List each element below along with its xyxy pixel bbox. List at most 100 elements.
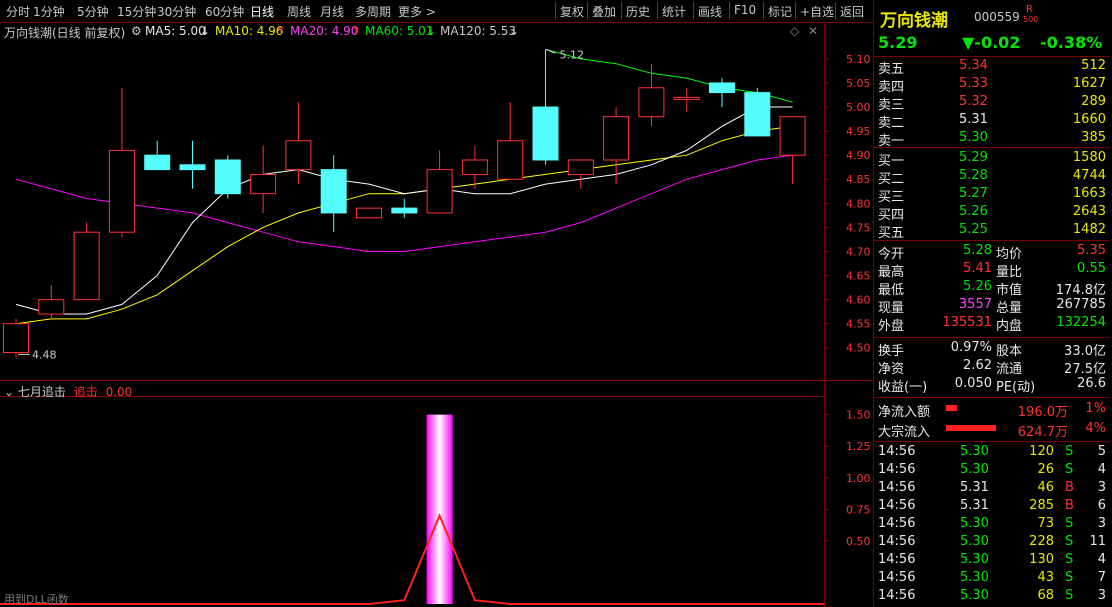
tick-row: 14:56 5.30 68 S 3 (874, 587, 1110, 605)
stat-value: 0.97% (950, 340, 992, 355)
indicator-header: ⌄ 七月追击 追击 0.00 (4, 383, 132, 400)
candle-body-up[interactable] (426, 169, 453, 214)
ask-row: 卖五 5.34 512 (874, 57, 1110, 77)
period-tab[interactable]: 更多 > (398, 3, 436, 20)
candle-body-up[interactable] (73, 231, 100, 301)
stat-value: 5.28 (963, 243, 992, 258)
tick-row: 14:56 5.31 46 B 3 (874, 479, 1110, 497)
tick-count: 6 (1097, 498, 1106, 513)
price-tick-label: 4.85 (846, 173, 871, 186)
flow-label: 大宗流入 (878, 425, 931, 440)
bid-volume: 1482 (1072, 222, 1106, 237)
period-tab[interactable]: 30分钟 (157, 3, 196, 20)
tick-volume: 26 (1037, 462, 1054, 477)
bid-row: 买二 5.28 4744 (874, 167, 1110, 187)
candle-body-up[interactable] (356, 207, 382, 219)
period-tab[interactable]: 分时 (6, 3, 30, 20)
tick-price: 5.31 (960, 480, 989, 495)
period-tab[interactable]: 5分钟 (77, 3, 109, 20)
candle-body-up[interactable] (461, 159, 488, 175)
indicator-tick-label: 0.50 (846, 535, 871, 548)
candle-body-up[interactable] (285, 140, 312, 171)
tick-price: 5.30 (960, 516, 989, 531)
candle-body-down[interactable] (214, 159, 241, 195)
stat-value: 2.62 (963, 358, 992, 373)
toolbar-action[interactable]: +自选 (800, 3, 834, 20)
period-tab[interactable]: 月线 (320, 3, 344, 20)
ask-row: 卖三 5.32 289 (874, 93, 1110, 113)
candle-body-down[interactable] (709, 82, 735, 94)
stat2-row: 换手 0.97% 股本 33.0亿 (874, 339, 1110, 359)
period-tab[interactable]: 多周期 (355, 3, 391, 20)
tick-side: S (1065, 462, 1074, 477)
toolbar-action[interactable]: 历史 (626, 3, 650, 20)
toolbar-action[interactable]: 返回 (840, 3, 864, 20)
candle-body-up[interactable] (250, 173, 277, 195)
candle-body-down[interactable] (144, 154, 171, 171)
toolbar-action[interactable]: 叠加 (592, 3, 616, 20)
price-tick-label: 5.10 (846, 53, 871, 66)
tick-row: 14:56 5.30 73 S 3 (874, 515, 1110, 533)
ask-volume: 289 (1081, 94, 1106, 109)
candle-body-up[interactable] (779, 116, 806, 156)
toolbar-action[interactable]: 标记 (768, 3, 792, 20)
stat2-row: 收益(一) 0.050 PE(动) 26.6 (874, 375, 1110, 395)
period-tab[interactable]: 周线 (287, 3, 311, 20)
stat-value: 3557 (958, 297, 992, 312)
bid-price: 5.29 (959, 150, 988, 165)
toolbar-action[interactable]: F10 (734, 3, 756, 17)
stat-label: PE(动) (996, 380, 1036, 395)
tick-row: 14:56 5.30 26 S 4 (874, 461, 1110, 479)
period-tab[interactable]: 日线 (250, 3, 274, 20)
flow-value: 196.0万 (1017, 405, 1068, 420)
stock-badge-sub: 500 (1023, 15, 1039, 24)
bid-price: 5.25 (959, 222, 988, 237)
stock-name: 万向钱潮 (880, 11, 948, 31)
candle-body-up[interactable] (638, 87, 665, 118)
candle-body-up[interactable] (38, 299, 65, 315)
flow-pct: 1% (1085, 401, 1106, 416)
candle-body-up[interactable] (108, 149, 135, 233)
flow-bar (946, 425, 997, 431)
ask-volume: 1660 (1072, 112, 1106, 127)
candle-body-down[interactable] (179, 164, 206, 171)
panel-divider (874, 147, 1110, 148)
tick-time: 14:56 (878, 552, 916, 567)
chevron-down-icon[interactable]: ⌄ (4, 385, 14, 399)
price-tick-label: 4.65 (846, 270, 871, 283)
period-tab[interactable]: 1分钟 (33, 3, 65, 20)
tick-row: 14:56 5.30 228 S 11 (874, 533, 1110, 551)
toolbar-action[interactable]: 统计 (662, 3, 686, 20)
period-tab[interactable]: 60分钟 (205, 3, 244, 20)
candle-body-up[interactable] (3, 323, 29, 354)
tick-price: 5.30 (960, 588, 989, 603)
price-change: ▼-0.02 (962, 33, 1021, 52)
tick-price: 5.30 (960, 462, 989, 477)
stat-row: 今开 5.28 均价 5.35 (874, 242, 1110, 262)
price-tick-label: 4.90 (846, 149, 871, 162)
candle-body-up[interactable] (603, 116, 630, 161)
candle-body-up[interactable] (497, 140, 524, 180)
stat-label: 内盘 (996, 319, 1023, 334)
indicator-tick-label: 1.00 (846, 472, 871, 485)
stock-code: 000559 (974, 10, 1020, 24)
tick-count: 11 (1089, 534, 1106, 549)
toolbar-action[interactable]: 复权 (560, 3, 584, 20)
candle-body-down[interactable] (320, 169, 347, 214)
candle-body-up[interactable] (673, 96, 700, 100)
kline-chart[interactable]: 4.50 4.55 4.60 4.65 4.70 4.75 4.80 4.85 4.90 4.95… (0, 22, 873, 607)
toolbar-action[interactable]: 画线 (698, 3, 722, 20)
candle-body-down[interactable] (532, 106, 559, 161)
stat-row: 最低 5.26 市值 174.8亿 (874, 278, 1110, 298)
indicator-series-label: 追击 (73, 385, 98, 399)
price-tick-label: 4.75 (846, 221, 871, 234)
candle-body-up[interactable] (567, 159, 594, 175)
indicator-name: 七月追击 (17, 385, 66, 399)
candle-body-down[interactable] (391, 207, 418, 214)
tick-side: S (1065, 552, 1074, 567)
price-tick-label: 5.00 (846, 101, 871, 114)
candle-body-down[interactable] (744, 92, 771, 137)
tick-volume: 43 (1037, 570, 1054, 585)
period-tab[interactable]: 15分钟 (117, 3, 156, 20)
tick-price: 5.30 (960, 444, 989, 459)
